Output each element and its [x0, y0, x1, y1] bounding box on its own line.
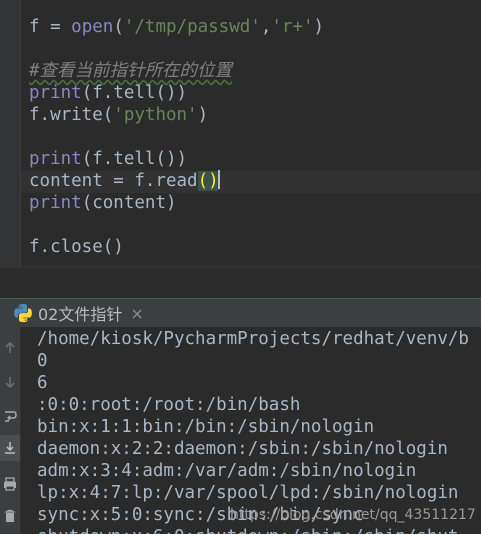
run-toolbar: [0, 327, 21, 534]
scroll-to-end-icon[interactable]: [0, 435, 20, 461]
up-arrow-icon[interactable]: [0, 335, 20, 361]
console-line: :0:0:root:/root:/bin/bash: [37, 395, 301, 415]
print-icon[interactable]: [0, 471, 20, 497]
down-arrow-icon[interactable]: [0, 369, 20, 395]
editor-divider: [0, 266, 481, 268]
code-line-comment[interactable]: #查看当前指针所在的位置: [29, 60, 232, 82]
watermark: https://blog.csdn.net/qq_43511217: [230, 507, 476, 523]
console-line: shutdown:x:6:0:shutdown:/sbin:/sbin/shut: [37, 526, 458, 534]
python-icon: [14, 303, 32, 323]
editor-gutter[interactable]: [0, 0, 21, 268]
run-tab-label: 02文件指针: [38, 305, 123, 324]
soft-wrap-icon[interactable]: [0, 403, 20, 429]
run-tab[interactable]: 02文件指针 ×: [12, 299, 152, 327]
code-line-open[interactable]: f = open('/tmp/passwd','r+'): [29, 16, 324, 38]
run-console[interactable]: /home/kiosk/PycharmProjects/redhat/venv/…: [21, 327, 481, 534]
code-line-write[interactable]: f.write('python'): [29, 104, 208, 126]
code-editor[interactable]: """""" f = open('/tmp/passwd','r+') #查看当…: [0, 0, 481, 268]
code-line-print-tell-2[interactable]: print(f.tell()): [29, 148, 187, 170]
code-line-print-tell-1[interactable]: print(f.tell()): [29, 82, 187, 104]
console-line: lp:x:4:7:lp:/var/spool/lpd:/sbin/nologin: [37, 483, 459, 503]
close-icon[interactable]: ×: [130, 304, 143, 323]
code-line-read[interactable]: content = f.read(): [29, 170, 220, 192]
trash-icon[interactable]: [0, 503, 20, 529]
console-line: 0: [37, 351, 48, 371]
docstring-fold-hint: """""": [29, 0, 90, 8]
run-tab-bar: 02文件指针 ×: [0, 298, 481, 327]
console-line: daemon:x:2:2:daemon:/sbin:/sbin/nologin: [37, 439, 448, 459]
console-line: /home/kiosk/PycharmProjects/redhat/venv/…: [37, 329, 469, 349]
console-line: adm:x:3:4:adm:/var/adm:/sbin/nologin: [37, 461, 417, 481]
console-line: 6: [37, 373, 48, 393]
code-line-print-content[interactable]: print(content): [29, 192, 177, 214]
code-line-close[interactable]: f.close(): [29, 236, 124, 258]
console-line: bin:x:1:1:bin:/bin:/sbin/nologin: [37, 417, 375, 437]
